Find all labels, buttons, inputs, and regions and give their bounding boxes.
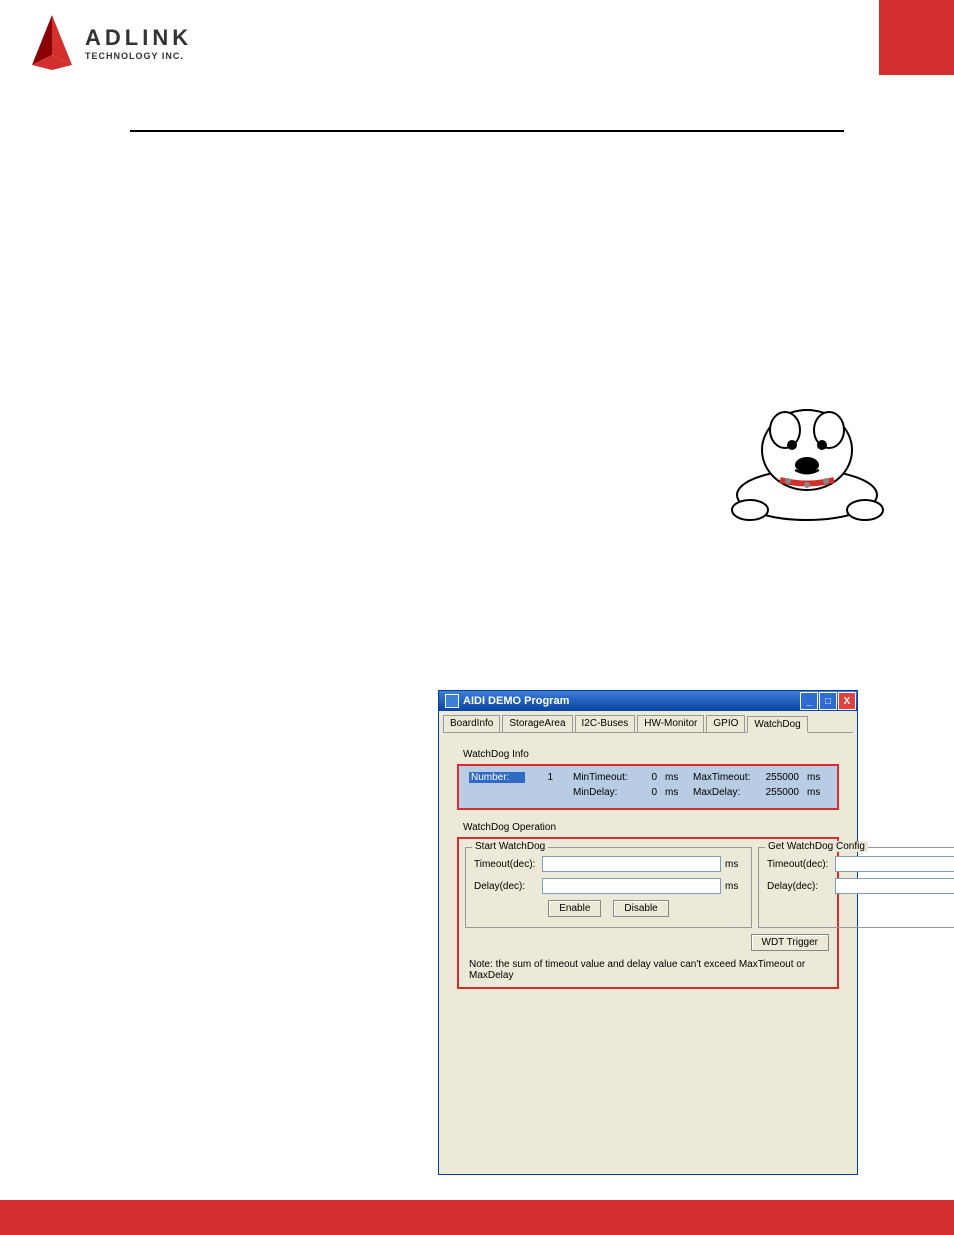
info-row-1: Number: 1 MinTimeout: 0 ms MaxTimeout: 2…	[469, 772, 827, 783]
start-delay-unit: ms	[725, 881, 743, 892]
number-value: 1	[533, 772, 553, 783]
info-row-2: MinDelay: 0 ms MaxDelay: 255000 ms	[469, 787, 827, 798]
tab-storagearea[interactable]: StorageArea	[502, 715, 572, 732]
number-label: Number:	[469, 772, 525, 783]
tab-i2cbuses[interactable]: I2C-Buses	[575, 715, 636, 732]
maxdelay-unit: ms	[807, 787, 827, 798]
watchdog-info-box: Number: 1 MinTimeout: 0 ms MaxTimeout: 2…	[457, 764, 839, 810]
mindelay-label: MinDelay:	[573, 787, 629, 798]
operation-columns: Start WatchDog Timeout(dec): ms Delay(de…	[465, 847, 831, 928]
logo: ADLINK TECHNOLOGY INC.	[30, 15, 192, 70]
start-delay-row: Delay(dec): ms	[474, 878, 743, 894]
tab-gpio[interactable]: GPIO	[706, 715, 745, 732]
mindelay-unit: ms	[665, 787, 685, 798]
operation-note: Note: the sum of timeout value and delay…	[465, 959, 831, 981]
get-delay-label: Delay(dec):	[767, 881, 831, 892]
maxtimeout-label: MaxTimeout:	[693, 772, 749, 783]
maxdelay-label: MaxDelay:	[693, 787, 749, 798]
tab-boardinfo[interactable]: BoardInfo	[443, 715, 500, 732]
logo-brand: ADLINK	[85, 25, 192, 51]
get-timeout-label: Timeout(dec):	[767, 859, 831, 870]
tab-body: WatchDog Info Number: 1 MinTimeout: 0 ms…	[443, 732, 853, 999]
corner-accent	[879, 0, 954, 75]
wdt-trigger-row: WDT Trigger	[465, 934, 831, 951]
start-timeout-label: Timeout(dec):	[474, 859, 538, 870]
watchdog-operation-label: WatchDog Operation	[463, 822, 843, 833]
start-delay-input[interactable]	[542, 878, 721, 894]
get-delay-input[interactable]	[835, 878, 954, 894]
start-buttons: Enable Disable	[474, 900, 743, 917]
mintimeout-value: 0	[637, 772, 657, 783]
adlink-triangle-icon	[30, 15, 75, 70]
close-button[interactable]: X	[838, 692, 856, 710]
get-config-legend: Get WatchDog Config	[765, 841, 868, 852]
tab-watchdog[interactable]: WatchDog	[747, 716, 807, 733]
start-timeout-input[interactable]	[542, 856, 721, 872]
getconfig-button-row: GetConfig	[767, 900, 954, 917]
start-watchdog-group: Start WatchDog Timeout(dec): ms Delay(de…	[465, 847, 752, 928]
mindelay-value: 0	[637, 787, 657, 798]
maxtimeout-value: 255000	[757, 772, 799, 783]
maximize-button[interactable]: □	[819, 692, 837, 710]
tab-strip: BoardInfo StorageArea I2C-Buses HW-Monit…	[439, 711, 857, 732]
page-header: ADLINK TECHNOLOGY INC.	[0, 0, 954, 80]
window-titlebar[interactable]: AIDI DEMO Program _ □ X	[439, 691, 857, 711]
start-delay-label: Delay(dec):	[474, 881, 538, 892]
start-watchdog-legend: Start WatchDog	[472, 841, 548, 852]
logo-subtitle: TECHNOLOGY INC.	[85, 51, 192, 61]
maxdelay-value: 255000	[757, 787, 799, 798]
disable-button[interactable]: Disable	[613, 900, 668, 917]
get-timeout-row: Timeout(dec): ms	[767, 856, 954, 872]
window-controls: _ □ X	[800, 692, 857, 710]
enable-button[interactable]: Enable	[548, 900, 601, 917]
footer-bar	[0, 1200, 954, 1235]
wdt-trigger-button[interactable]: WDT Trigger	[751, 934, 830, 951]
minimize-button[interactable]: _	[800, 692, 818, 710]
app-icon	[445, 694, 459, 708]
get-timeout-input[interactable]	[835, 856, 954, 872]
logo-text: ADLINK TECHNOLOGY INC.	[85, 25, 192, 61]
tab-hwmonitor[interactable]: HW-Monitor	[637, 715, 704, 732]
start-timeout-unit: ms	[725, 859, 743, 870]
start-timeout-row: Timeout(dec): ms	[474, 856, 743, 872]
window-title: AIDI DEMO Program	[463, 695, 569, 707]
get-delay-row: Delay(dec): ms	[767, 878, 954, 894]
app-window: AIDI DEMO Program _ □ X BoardInfo Storag…	[438, 690, 858, 1175]
mintimeout-unit: ms	[665, 772, 685, 783]
maxtimeout-unit: ms	[807, 772, 827, 783]
page-content	[0, 80, 954, 132]
watchdog-info-label: WatchDog Info	[463, 749, 843, 760]
divider	[130, 130, 844, 132]
mintimeout-label: MinTimeout:	[573, 772, 629, 783]
get-config-group: Get WatchDog Config Timeout(dec): ms Del…	[758, 847, 954, 928]
watchdog-operation-box: Start WatchDog Timeout(dec): ms Delay(de…	[457, 837, 839, 989]
bulldog-illustration	[710, 395, 905, 525]
